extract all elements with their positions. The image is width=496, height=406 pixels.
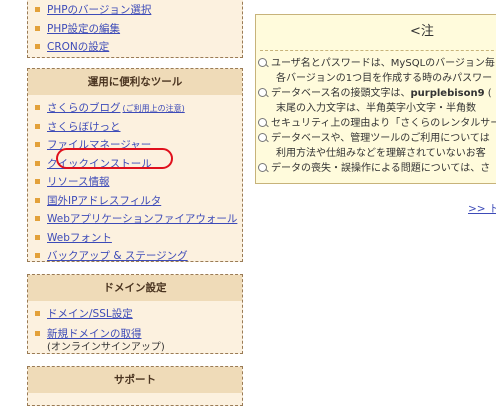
notice-title: <注	[410, 24, 434, 39]
notice-line-text: ユーザ名とパスワードは、MySQLのバージョン毎	[271, 58, 495, 69]
cron-settings-link[interactable]: CRONの設定	[47, 41, 109, 53]
bullet-icon	[35, 44, 40, 49]
bullet-icon	[35, 25, 40, 31]
top-page-link[interactable]: >> トッ	[468, 201, 496, 216]
list-item: Webフォント	[28, 229, 242, 248]
magnifier-icon	[258, 163, 267, 172]
notice-line-text-tail: (	[484, 88, 492, 99]
sakura-pocket-link[interactable]: さくらぼけっと	[47, 121, 121, 133]
magnifier-icon	[258, 88, 267, 97]
web-font-link[interactable]: Webフォント	[47, 232, 112, 244]
list-item: さくらぼけっと	[28, 118, 242, 137]
bullet-icon	[35, 142, 40, 147]
list-item: CRONの設定	[28, 38, 242, 57]
notice-line: データの喪失・誤操作による問題については、さ	[258, 161, 496, 176]
list-item: Webアプリケーションファイアウォール	[28, 210, 242, 229]
foreign-ip-filter-link[interactable]: 国外IPアドレスフィルタ	[47, 195, 161, 207]
blog-usage-note-link[interactable]: (ご利用上の注意)	[123, 104, 185, 113]
notice-line-text: データの喪失・誤操作による問題については、さ	[271, 163, 491, 174]
list-item: ドメイン/SSL設定	[28, 305, 242, 324]
notice-line: 利用方法や仕組みなどを理解されていないお客	[258, 146, 496, 161]
bullet-icon	[35, 311, 40, 316]
bullet-icon	[35, 123, 40, 129]
list-item: 新規ドメインの取得 (オンラインサインアップ)	[28, 324, 242, 354]
bullet-icon	[35, 179, 40, 184]
notice-line-text: データベースや、管理ツールのご利用については	[271, 133, 490, 144]
magnifier-icon	[258, 58, 267, 67]
support-box-title: サポート	[28, 367, 242, 393]
notice-lines: ユーザ名とパスワードは、MySQLのバージョン毎 各バージョンの1つ目を作成する…	[258, 56, 496, 176]
resource-info-link[interactable]: リソース情報	[47, 176, 109, 188]
notice-line-text: 利用方法や仕組みなどを理解されていないお客	[276, 148, 486, 159]
highlight-ring	[56, 148, 173, 169]
notice-line: データベースや、管理ツールのご利用については	[258, 131, 496, 146]
bullet-icon	[35, 105, 40, 110]
bullet-icon	[35, 7, 40, 12]
list-item: 国外IPアドレスフィルタ	[28, 192, 242, 211]
notice-line-text: データベース名の接頭文字は、	[271, 88, 411, 99]
db-prefix-value: purplebison9	[410, 88, 485, 99]
online-signup-note: (オンラインサインアップ)	[47, 341, 165, 353]
waf-link[interactable]: Webアプリケーションファイアウォール	[47, 213, 237, 225]
list-item: PHPのバージョン選択	[28, 1, 242, 20]
bullet-icon	[35, 216, 40, 221]
magnifier-icon	[258, 118, 267, 127]
php-settings-edit-link[interactable]: PHP設定の編集	[47, 23, 120, 35]
notice-line: 各バージョンの1つ目を作成する時のみパスワー	[258, 71, 496, 86]
bullet-icon	[35, 253, 40, 258]
new-domain-link[interactable]: 新規ドメインの取得	[47, 328, 142, 340]
php-settings-box: PHPのバージョン選択 PHP設定の編集 CRONの設定	[27, 0, 243, 58]
notice-line-text: 各バージョンの1つ目を作成する時のみパスワー	[276, 73, 493, 84]
magnifier-icon	[258, 133, 267, 142]
bullet-icon	[35, 234, 40, 240]
notice-line-text: セキュリティ上の理由より「さくらのレンタルサーバ	[271, 118, 496, 129]
backup-staging-link[interactable]: バックアップ & ステージング	[47, 250, 188, 262]
list-item: リソース情報	[28, 173, 242, 192]
list-item: PHP設定の編集	[28, 20, 242, 39]
php-settings-list: PHPのバージョン選択 PHP設定の編集 CRONの設定	[28, 0, 242, 57]
domain-ssl-settings-link[interactable]: ドメイン/SSL設定	[47, 308, 133, 320]
notice-panel: <注 ユーザ名とパスワードは、MySQLのバージョン毎 各バージョンの1つ目を作…	[255, 14, 496, 184]
list-item: さくらのブログ (ご利用上の注意)	[28, 99, 242, 118]
tools-list: さくらのブログ (ご利用上の注意) さくらぼけっと ファイルマネージャー クイック…	[28, 95, 242, 266]
support-box: サポート	[27, 366, 243, 406]
notice-line: ユーザ名とパスワードは、MySQLのバージョン毎	[258, 56, 496, 71]
domain-box-title: ドメイン設定	[28, 275, 242, 301]
notice-divider	[260, 50, 496, 51]
domain-box: ドメイン設定 ドメイン/SSL設定 新規ドメインの取得 (オンラインサインアップ…	[27, 274, 243, 354]
list-item: バックアップ & ステージング	[28, 247, 242, 266]
notice-line: データベース名の接頭文字は、purplebison9 (	[258, 86, 496, 101]
notice-line: 末尾の入力文字は、半角英字小文字・半角数	[258, 101, 496, 116]
bullet-icon	[35, 330, 40, 336]
sakura-blog-link[interactable]: さくらのブログ	[47, 102, 121, 114]
notice-line: セキュリティ上の理由より「さくらのレンタルサーバ	[258, 116, 496, 131]
bullet-icon	[35, 197, 40, 203]
tools-box-title: 運用に便利なツール	[28, 69, 242, 95]
bullet-icon	[35, 160, 40, 166]
domain-list: ドメイン/SSL設定 新規ドメインの取得 (オンラインサインアップ)	[28, 301, 242, 354]
notice-line-text: 末尾の入力文字は、半角英字小文字・半角数	[276, 103, 476, 114]
php-version-link[interactable]: PHPのバージョン選択	[47, 4, 151, 16]
